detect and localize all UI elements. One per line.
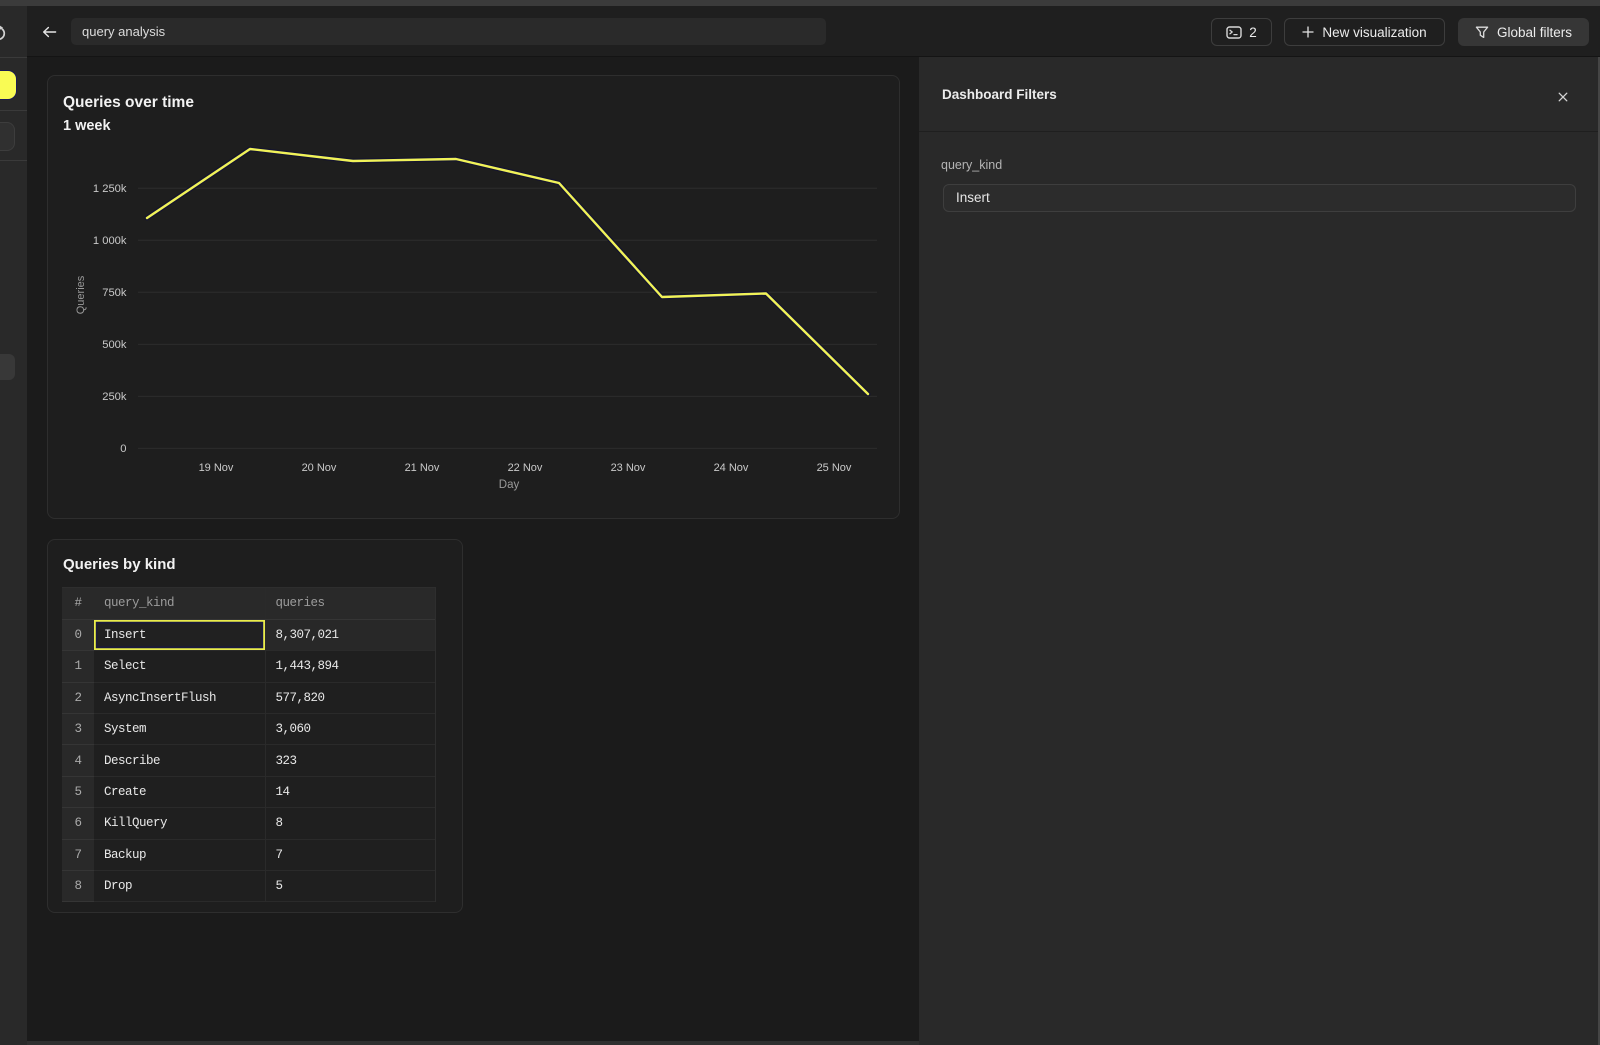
svg-text:25 Nov: 25 Nov [817, 462, 852, 474]
svg-text:Queries: Queries [75, 275, 87, 314]
svg-text:750k: 750k [102, 287, 127, 299]
svg-text:23 Nov: 23 Nov [611, 462, 646, 474]
svg-text:500k: 500k [102, 339, 127, 351]
svg-text:0: 0 [120, 443, 126, 455]
svg-text:22 Nov: 22 Nov [508, 462, 543, 474]
svg-text:1 000k: 1 000k [93, 235, 127, 247]
svg-text:Day: Day [499, 479, 520, 491]
svg-text:24 Nov: 24 Nov [714, 462, 749, 474]
svg-text:19 Nov: 19 Nov [199, 462, 234, 474]
svg-text:20 Nov: 20 Nov [302, 462, 337, 474]
svg-text:1 250k: 1 250k [93, 183, 127, 195]
svg-text:250k: 250k [102, 391, 127, 403]
svg-text:21 Nov: 21 Nov [405, 462, 440, 474]
